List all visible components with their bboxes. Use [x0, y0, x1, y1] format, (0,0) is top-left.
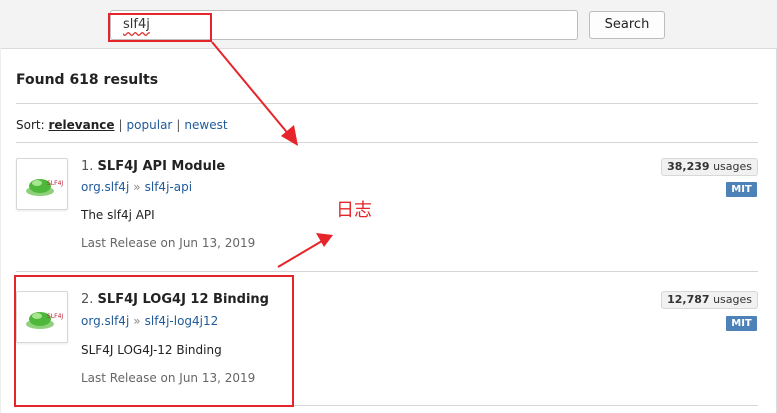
annotation-arrow-icon	[211, 41, 291, 137]
annotation-arrow-icon	[277, 240, 323, 268]
annotation-arrowhead-icon	[316, 233, 333, 247]
annotation-arrows	[211, 41, 333, 268]
